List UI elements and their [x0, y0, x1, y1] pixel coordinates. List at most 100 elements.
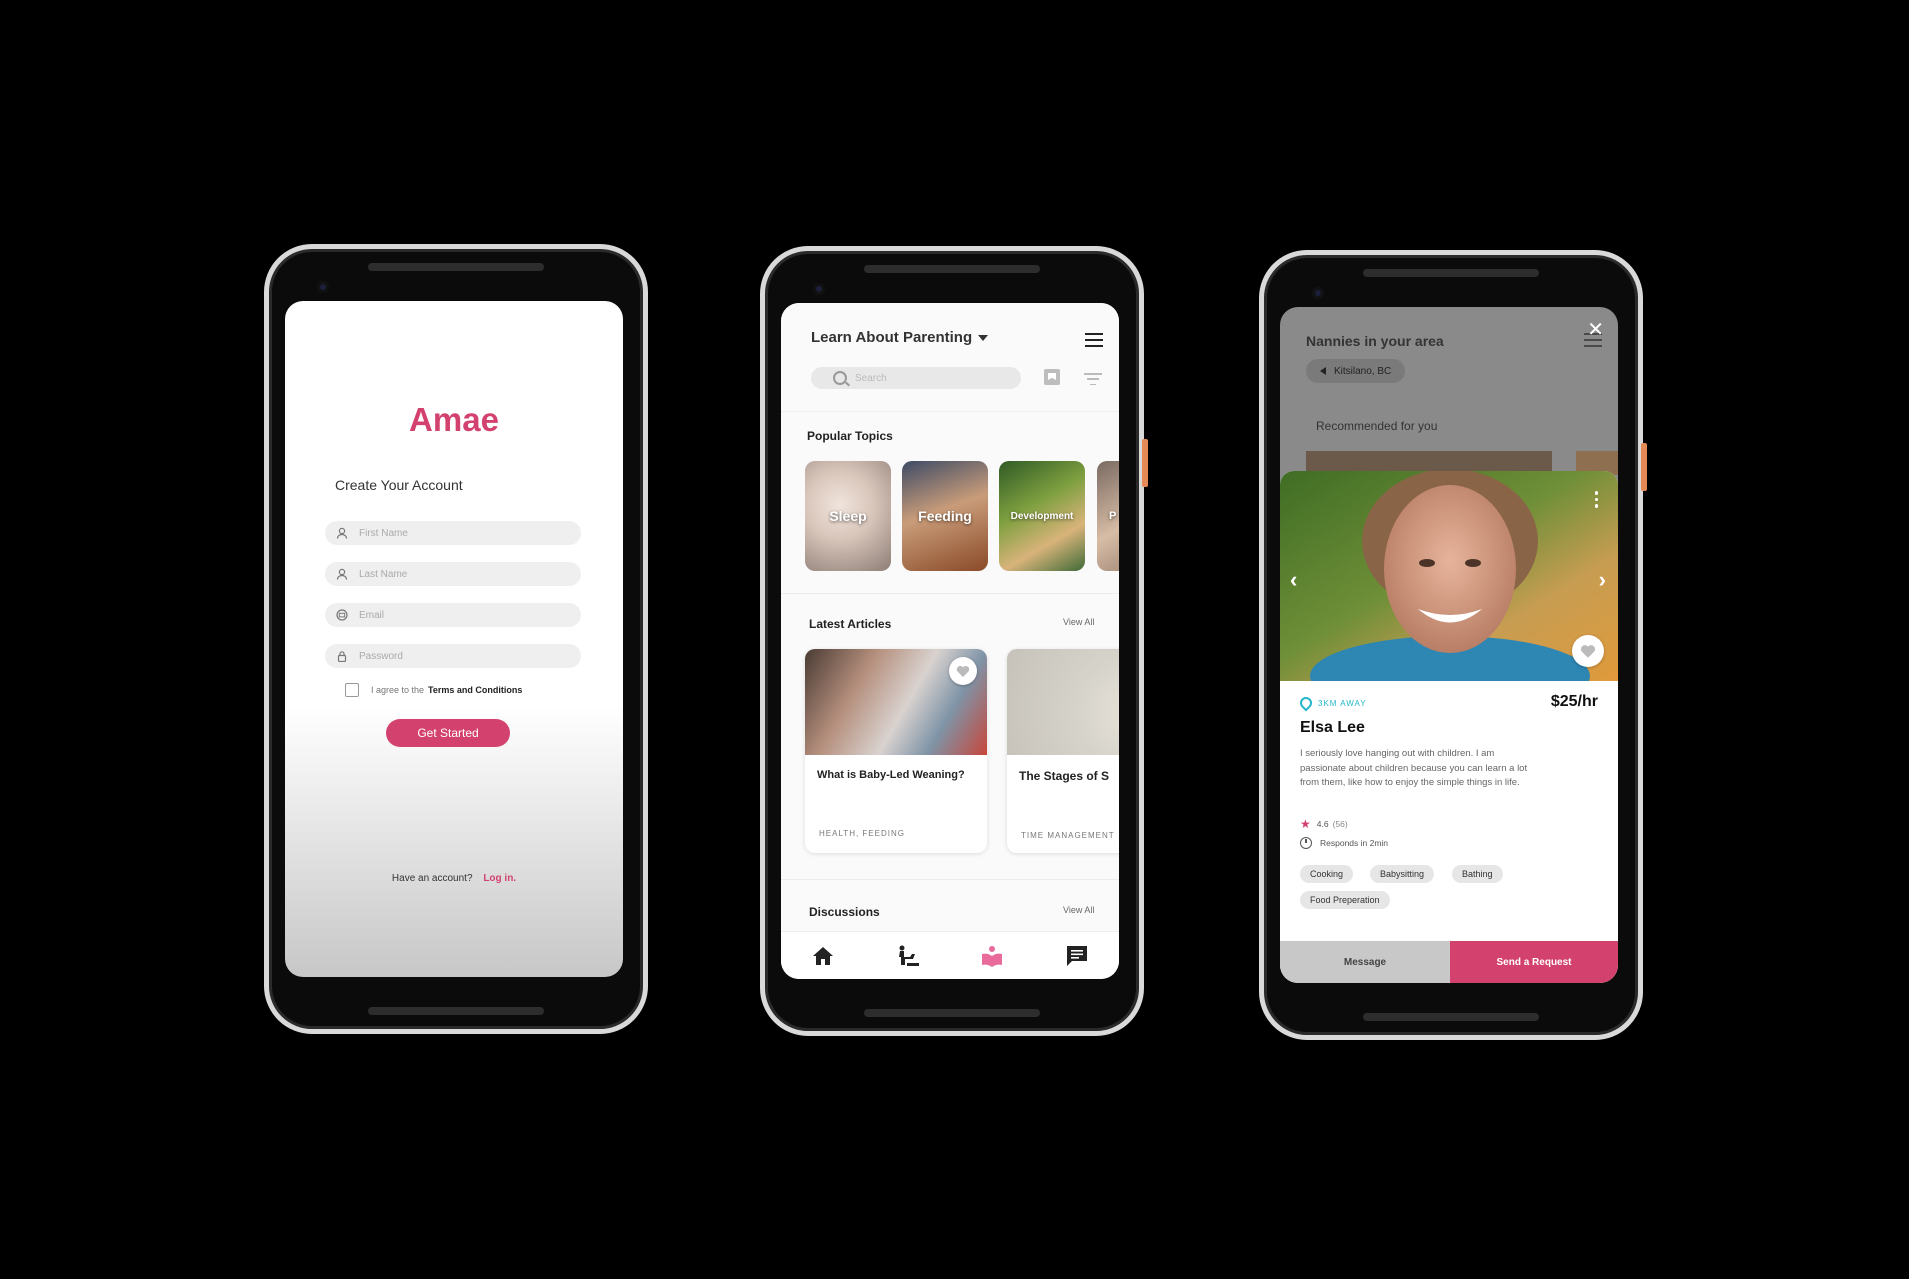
speaker-grille [864, 265, 1040, 273]
learn-book-icon[interactable] [979, 944, 1005, 968]
topic-label: Development [1010, 510, 1074, 522]
article-card[interactable]: What is Baby-Led Weaning? HEALTH, FEEDIN… [805, 649, 987, 853]
skill-chip: Cooking [1300, 865, 1354, 883]
first-name-field[interactable]: First Name [325, 521, 581, 545]
skill-chip: Food Preperation [1300, 891, 1390, 909]
distance-label: 3KM AWAY [1297, 694, 1367, 712]
distance-text: 3KM AWAY [1318, 698, 1367, 708]
speaker-grille [1363, 269, 1539, 277]
phone-nanny: Nannies in your area ✕ Kitsilano, BC Rec… [1259, 250, 1647, 1040]
terms-link[interactable]: Terms and Conditions [428, 685, 522, 695]
rating-count: (56) [1332, 819, 1348, 829]
timer-icon [1300, 837, 1312, 849]
view-all-articles-link[interactable]: View All [1063, 617, 1094, 627]
article-image [1007, 649, 1119, 755]
action-bar: Message Send a Request [1280, 941, 1618, 983]
response-text: Responds in 2min [1320, 838, 1389, 848]
page-title[interactable]: Learn About Parenting [811, 329, 989, 346]
terms-agreement: I agree to the Terms and Conditions [345, 683, 522, 697]
popular-topics-heading: Popular Topics [807, 429, 893, 443]
power-button [1641, 443, 1647, 491]
front-camera [813, 283, 825, 295]
more-options-icon[interactable] [1594, 491, 1598, 508]
page-title: Nannies in your area [1306, 333, 1444, 349]
app-logo: Amae [409, 401, 499, 438]
have-account-text: Have an account? [391, 873, 473, 884]
topic-card-partial[interactable]: P [1097, 461, 1119, 571]
close-icon[interactable]: ✕ [1587, 320, 1604, 340]
rating: ★ 4.6 (56) [1300, 817, 1348, 831]
location-chip[interactable]: Kitsilano, BC [1306, 359, 1406, 383]
prev-photo-arrow-icon[interactable]: ‹ [1290, 567, 1297, 593]
last-name-placeholder: Last Name [359, 568, 408, 580]
password-field[interactable]: Password [325, 644, 581, 668]
bottom-speaker [1363, 1013, 1539, 1021]
article-title: The Stages of S [1019, 769, 1110, 783]
topic-card-sleep[interactable]: Sleep [805, 461, 891, 571]
login-link[interactable]: Log in. [483, 873, 516, 884]
last-name-field[interactable]: Last Name [325, 562, 581, 586]
lock-icon [335, 649, 349, 663]
learn-header: Learn About Parenting Search [781, 303, 1119, 412]
terms-checkbox[interactable] [345, 683, 359, 697]
section-divider [781, 593, 1119, 594]
page-title-text: Learn About Parenting [811, 329, 973, 346]
search-icon [833, 371, 847, 385]
bookmark-icon[interactable] [1044, 369, 1060, 385]
login-prompt: Have an account? Log in. [285, 873, 623, 884]
favorite-heart-icon[interactable] [1572, 635, 1604, 667]
chevron-down-icon [978, 335, 989, 342]
next-photo-arrow-icon[interactable]: › [1599, 567, 1606, 593]
topic-card-feeding[interactable]: Feeding [902, 461, 988, 571]
recommended-heading: Recommended for you [1316, 419, 1438, 433]
nanny-screen: Nannies in your area ✕ Kitsilano, BC Rec… [1280, 307, 1618, 983]
nanny-bio: I seriously love hanging out with childr… [1300, 748, 1528, 788]
response-time: Responds in 2min [1300, 837, 1388, 849]
skill-chip: Babysitting [1370, 865, 1435, 883]
front-camera [1312, 287, 1324, 299]
discussions-heading: Discussions [809, 905, 880, 919]
signup-screen: Amae Create Your Account First Name Last… [285, 301, 623, 977]
topic-label: P [1109, 510, 1117, 522]
power-button [1142, 439, 1148, 487]
bottom-speaker [864, 1009, 1040, 1017]
view-all-discussions-link[interactable]: View All [1063, 905, 1094, 915]
get-started-button[interactable]: Get Started [386, 719, 510, 747]
chat-icon[interactable] [1064, 944, 1090, 968]
bottom-speaker [368, 1007, 544, 1015]
email-placeholder: Email [359, 609, 385, 621]
email-icon [335, 608, 349, 622]
speaker-grille [368, 263, 544, 271]
filter-icon[interactable] [1084, 373, 1102, 385]
email-field[interactable]: Email [325, 603, 581, 627]
article-card[interactable]: The Stages of S TIME MANAGEMENT [1007, 649, 1119, 853]
favorite-heart-icon[interactable] [949, 657, 977, 685]
search-input[interactable]: Search [811, 367, 1021, 389]
latest-articles-heading: Latest Articles [809, 617, 892, 631]
topic-card-development[interactable]: Development [999, 461, 1085, 571]
send-request-button[interactable]: Send a Request [1450, 941, 1618, 983]
agree-text: I agree to the [371, 685, 425, 695]
learn-screen: Learn About Parenting Search Popular Top… [781, 303, 1119, 979]
topic-label: Sleep [829, 508, 867, 524]
front-camera [317, 281, 329, 293]
skill-chip: Bathing [1452, 865, 1503, 883]
baby-changing-icon[interactable] [895, 944, 921, 968]
nanny-photo [1280, 471, 1618, 681]
phone-signup: Amae Create Your Account First Name Last… [264, 244, 648, 1034]
hourly-rate: $25/hr [1550, 693, 1598, 710]
bottom-navigation [781, 931, 1119, 979]
location-text: Kitsilano, BC [1334, 365, 1392, 377]
person-icon [335, 526, 349, 540]
password-placeholder: Password [359, 650, 403, 662]
nanny-name: Elsa Lee [1300, 719, 1365, 736]
home-icon[interactable] [810, 944, 836, 968]
topic-label: Feeding [918, 508, 972, 524]
page-title: Create Your Account [335, 477, 463, 493]
menu-icon[interactable] [1085, 333, 1103, 347]
phone-learn: Learn About Parenting Search Popular Top… [760, 246, 1148, 1036]
location-pin-icon [1297, 694, 1315, 712]
message-button[interactable]: Message [1280, 941, 1450, 983]
star-icon: ★ [1300, 817, 1311, 831]
person-icon [335, 567, 349, 581]
